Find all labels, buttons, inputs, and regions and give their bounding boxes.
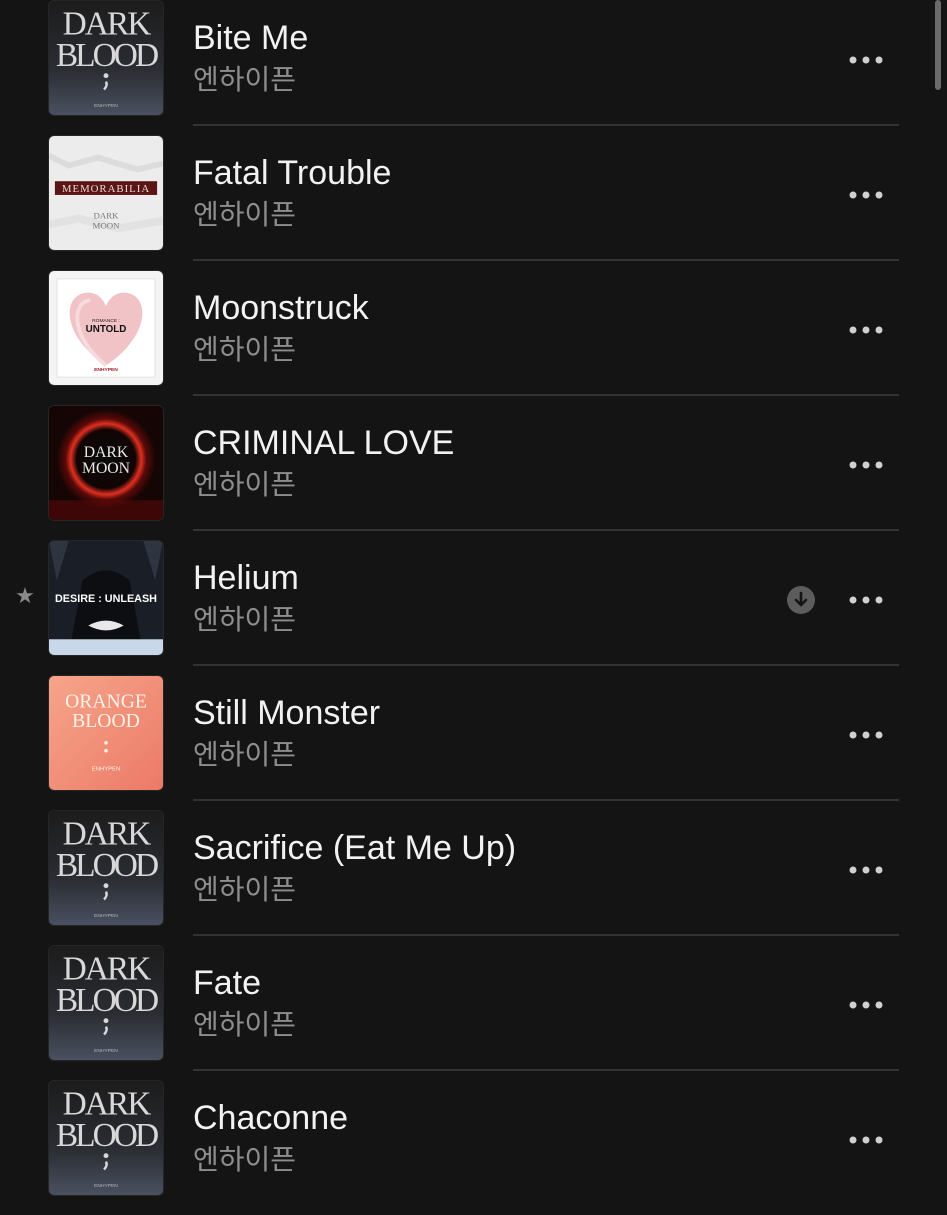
row-separator [193,124,899,126]
row-separator [193,394,899,396]
art-text: BLOOD [56,847,158,884]
more-icon[interactable] [846,1130,886,1150]
row-separator [193,934,899,936]
more-icon[interactable] [846,995,886,1015]
track-artist: 엔하이픈 [193,1008,297,1041]
more-icon[interactable] [846,320,886,340]
track-artist: 엔하이픈 [193,873,297,906]
track-artist: 엔하이픈 [193,1143,297,1176]
more-icon[interactable] [846,50,886,70]
art-text: ENHYPEN [94,913,118,919]
art-text: ENHYPEN [92,766,120,772]
art-text: MOON [93,220,121,230]
track-row[interactable]: DARK BLOOD ENHYPEN Chaconne 엔하이픈 [0,1080,947,1215]
art-text: ENHYPEN [94,103,118,109]
download-icon [787,586,815,614]
art-text: BLOOD [56,1117,158,1154]
track-title: Sacrifice (Eat Me Up) [193,829,517,867]
track-artist: 엔하이픈 [193,333,297,366]
art-text: BLOOD [72,710,140,732]
more-icon[interactable] [846,185,886,205]
track-title: Fate [193,964,262,1002]
track-title: Still Monster [193,694,381,732]
album-art: DARK BLOOD ENHYPEN [48,810,164,926]
track-title: Fatal Trouble [193,154,392,192]
track-title: Bite Me [193,19,309,57]
track-row[interactable]: DARK BLOOD ENHYPEN Bite Me 엔하이픈 [0,0,947,135]
art-text: ENHYPEN [94,1048,118,1054]
album-art: ORANGE BLOOD ENHYPEN [48,675,164,791]
more-icon[interactable] [846,590,886,610]
art-text: ENHYPEN [94,367,118,373]
row-separator [193,1069,899,1071]
album-art: DESIRE : UNLEASH [48,540,164,656]
art-text: MOON [82,460,130,477]
track-title: CRIMINAL LOVE [193,424,455,462]
album-art: ROMANCE : UNTOLD ENHYPEN [48,270,164,386]
track-title: Helium [193,559,299,597]
track-artist: 엔하이픈 [193,198,297,231]
art-text: UNTOLD [86,324,127,335]
star-icon: ★ [15,584,35,609]
scrollbar[interactable] [935,0,941,90]
row-separator [193,529,899,531]
album-art: DARK BLOOD ENHYPEN [48,945,164,1061]
track-title: Chaconne [193,1099,349,1137]
track-row[interactable]: DARK MOON CRIMINAL LOVE 엔하이픈 [0,405,947,540]
album-art: DARK BLOOD ENHYPEN [48,0,164,116]
album-art: MEMORABILIA DARK MOON [48,135,164,251]
row-separator [193,799,899,801]
more-icon[interactable] [846,455,886,475]
row-separator [193,664,899,666]
art-text: DARK [84,444,129,461]
art-text: DESIRE : UNLEASH [55,593,157,605]
album-art: DARK BLOOD ENHYPEN [48,1080,164,1196]
track-artist: 엔하이픈 [193,738,297,771]
track-title: Moonstruck [193,289,369,327]
art-text: BLOOD [56,37,158,74]
art-text: MEMORABILIA [62,183,150,195]
track-row[interactable]: DARK BLOOD ENHYPEN Fate 엔하이픈 [0,945,947,1080]
track-artist: 엔하이픈 [193,63,297,96]
art-text: ENHYPEN [94,1183,118,1189]
more-icon[interactable] [846,860,886,880]
art-text: BLOOD [56,982,158,1019]
track-row[interactable]: ORANGE BLOOD ENHYPEN Still Monster 엔하이픈 [0,675,947,810]
more-icon[interactable] [846,725,886,745]
track-row[interactable]: ★ DESIRE : UNLEASH Helium 엔하이픈 [0,540,947,675]
track-row[interactable]: DARK BLOOD ENHYPEN Sacrifice (Eat Me Up)… [0,810,947,945]
track-list: DARK BLOOD ENHYPEN Bite Me 엔하이픈 MEMORABIL… [0,0,947,1200]
track-row[interactable]: ROMANCE : UNTOLD ENHYPEN Moonstruck 엔하이픈 [0,270,947,405]
row-separator [193,259,899,261]
track-artist: 엔하이픈 [193,468,297,501]
track-artist: 엔하이픈 [193,603,297,636]
album-art: DARK MOON [48,405,164,521]
track-row[interactable]: MEMORABILIA DARK MOON Fatal Trouble 엔하이픈 [0,135,947,270]
art-text: DARK [93,211,119,221]
